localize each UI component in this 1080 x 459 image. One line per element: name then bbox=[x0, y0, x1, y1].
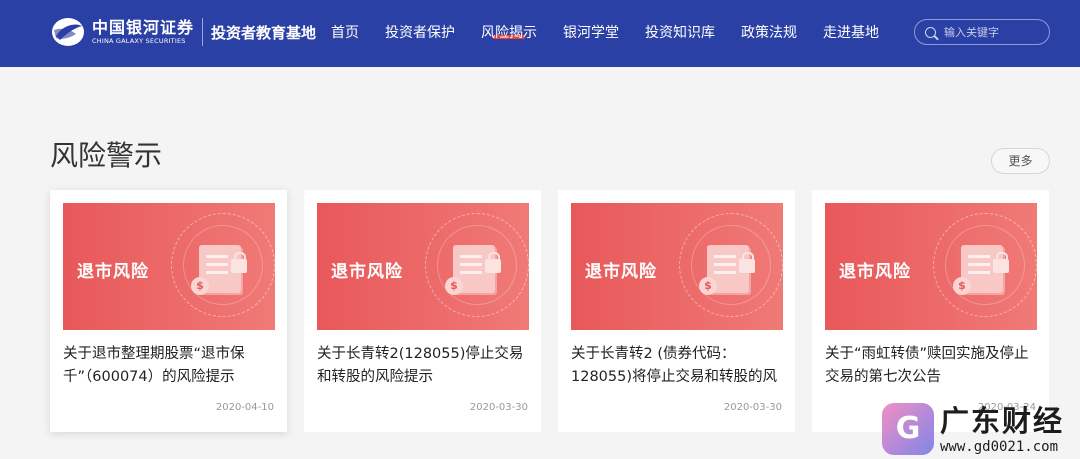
galaxy-logo-icon bbox=[52, 18, 84, 46]
nav-item-label: 银河学堂 bbox=[563, 25, 619, 41]
coin-icon: $ bbox=[445, 277, 463, 295]
risk-card-list: $ 退市风险 关于退市整理期股票“退市保千”（600074）的风险提示 2020… bbox=[50, 190, 1050, 432]
card-title[interactable]: 关于“雨虹转债”赎回实施及停止交易的第七次公告 bbox=[825, 343, 1039, 389]
nav-item-galaxy-academy[interactable]: 银河学堂 bbox=[550, 0, 632, 67]
logo-wordmark: 中国银河证券 CHINA GALAXY SECURITIES bbox=[92, 17, 195, 46]
card-banner-image[interactable]: $ 退市风险 bbox=[571, 203, 783, 330]
risk-card[interactable]: $ 退市风险 关于“雨虹转债”赎回实施及停止交易的第七次公告 2020-03-2… bbox=[812, 190, 1049, 432]
risk-card[interactable]: $ 退市风险 关于长青转2(128055)停止交易和转股的风险提示 2020-0… bbox=[304, 190, 541, 432]
site-logo[interactable]: 中国银河证券 CHINA GALAXY SECURITIES 投资者教育基地 bbox=[50, 16, 316, 48]
nav-item-home[interactable]: 首页 bbox=[318, 0, 372, 67]
lock-icon bbox=[993, 252, 1009, 273]
nav-item-policies[interactable]: 政策法规 bbox=[728, 0, 810, 67]
watermark-logo-icon: G bbox=[882, 403, 934, 455]
nav-item-label: 政策法规 bbox=[741, 25, 797, 41]
nav-item-investor-protection[interactable]: 投资者保护 bbox=[372, 0, 468, 67]
watermark-text: 广东财经 www.gd0021.com bbox=[940, 403, 1064, 455]
card-title[interactable]: 关于退市整理期股票“退市保千”（600074）的风险提示 bbox=[63, 343, 277, 389]
nav-item-label: 投资者保护 bbox=[385, 25, 455, 41]
banner-label: 退市风险 bbox=[839, 262, 911, 282]
main-nav: 首页 投资者保护 风险揭示 银河学堂 投资知识库 政策法规 走进基地 bbox=[318, 0, 892, 67]
card-date: 2020-03-30 bbox=[723, 402, 782, 413]
search-input[interactable] bbox=[944, 25, 1044, 39]
card-title[interactable]: 关于长青转2 (债券代码：128055)将停止交易和转股的风险提示 bbox=[571, 343, 785, 389]
watermark-name: 广东财经 bbox=[940, 404, 1065, 438]
coin-icon: $ bbox=[191, 277, 209, 295]
nav-item-knowledge-base[interactable]: 投资知识库 bbox=[632, 0, 728, 67]
card-date: 2020-03-30 bbox=[469, 402, 528, 413]
risk-card[interactable]: $ 退市风险 关于长青转2 (债券代码：128055)将停止交易和转股的风险提示… bbox=[558, 190, 795, 432]
banner-label: 退市风险 bbox=[77, 262, 149, 282]
nav-item-label: 风险揭示 bbox=[481, 25, 537, 41]
nav-item-about-base[interactable]: 走进基地 bbox=[810, 0, 892, 67]
coin-icon: $ bbox=[953, 277, 971, 295]
banner-label: 退市风险 bbox=[585, 262, 657, 282]
search-box[interactable] bbox=[914, 19, 1050, 45]
card-title[interactable]: 关于长青转2(128055)停止交易和转股的风险提示 bbox=[317, 343, 531, 389]
site-subtitle: 投资者教育基地 bbox=[211, 23, 317, 42]
card-date: 2020-04-10 bbox=[215, 402, 274, 413]
section-title: 风险警示 bbox=[50, 139, 163, 172]
watermark-logo-letter: G bbox=[895, 411, 921, 446]
lock-icon bbox=[231, 252, 247, 273]
nav-item-label: 走进基地 bbox=[823, 25, 879, 41]
coin-icon: $ bbox=[699, 277, 717, 295]
lock-icon bbox=[485, 252, 501, 273]
card-banner-image[interactable]: $ 退市风险 bbox=[317, 203, 529, 330]
nav-item-label: 首页 bbox=[331, 25, 359, 41]
card-banner-image[interactable]: $ 退市风险 bbox=[825, 203, 1037, 330]
more-button[interactable]: 更多 bbox=[991, 148, 1050, 174]
watermark-url: www.gd0021.com bbox=[940, 439, 1059, 455]
logo-chinese-name: 中国银河证券 bbox=[92, 17, 195, 37]
banner-label: 退市风险 bbox=[331, 262, 403, 282]
search-icon[interactable] bbox=[925, 26, 936, 38]
watermark: G 广东财经 www.gd0021.com bbox=[882, 403, 1064, 459]
nav-item-label: 投资知识库 bbox=[645, 25, 715, 41]
card-banner-image[interactable]: $ 退市风险 bbox=[63, 203, 275, 330]
nav-item-risk-disclosure[interactable]: 风险揭示 bbox=[468, 0, 550, 67]
lock-icon bbox=[739, 252, 755, 273]
risk-card[interactable]: $ 退市风险 关于退市整理期股票“退市保千”（600074）的风险提示 2020… bbox=[50, 190, 287, 432]
logo-divider bbox=[202, 18, 204, 46]
top-header: 中国银河证券 CHINA GALAXY SECURITIES 投资者教育基地 首… bbox=[0, 0, 1080, 67]
logo-english-name: CHINA GALAXY SECURITIES bbox=[92, 36, 186, 45]
